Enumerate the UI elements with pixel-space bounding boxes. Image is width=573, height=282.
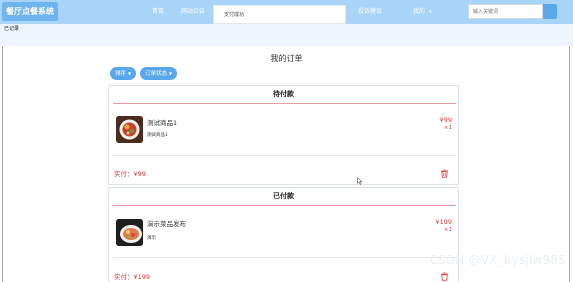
breadcrumb-link[interactable]: 已记录 [4, 25, 19, 32]
watermark: CSDN @VX_bysjlw985 [429, 253, 566, 267]
nav-account[interactable]: 我的 ▾ [413, 0, 432, 24]
product-description: 演示 [147, 236, 156, 241]
product-quantity: ×1 [443, 227, 452, 233]
order-card: 已付款 演示菜品发布 演示 ¥199 ×1 实付：¥199 [108, 187, 459, 282]
caret-down-icon: ▼ [169, 71, 173, 76]
product-name[interactable]: 演示菜品发布 [147, 218, 186, 228]
nav-home[interactable]: 首页 [152, 0, 164, 24]
chevron-down-icon: ▾ [429, 9, 432, 15]
divider [113, 103, 456, 104]
site-brand[interactable]: 餐厅点餐系统 [2, 2, 58, 21]
sort-dropdown[interactable]: 排序 ▼ [110, 67, 137, 80]
product-price: ¥199 [435, 218, 452, 226]
status-filter-label: 订单状态 [145, 71, 168, 77]
toast-message: 支付成功 [213, 5, 346, 24]
order-status-title: 待付款 [273, 90, 294, 98]
search-input[interactable] [468, 4, 543, 19]
order-total: 实付：¥99 [114, 170, 146, 178]
nav-feedback[interactable]: 投诉建议 [358, 0, 382, 24]
product-description: 测试商品1 [147, 133, 168, 138]
product-thumbnail[interactable] [116, 219, 143, 246]
divider [113, 205, 456, 206]
product-quantity: ×1 [443, 125, 452, 131]
page-title: 我的订单 [270, 54, 303, 63]
sort-dropdown-label: 排序 [115, 71, 127, 77]
caret-down-icon: ▼ [128, 71, 132, 76]
dish-image [116, 116, 143, 143]
search-icon [543, 4, 557, 19]
order-card: 待付款 测试商品1 测试商品1 ¥99 ×1 实付：¥99 [108, 85, 459, 185]
order-total: 实付：¥199 [114, 273, 151, 281]
trash-icon[interactable] [440, 272, 449, 281]
dish-image [116, 219, 143, 246]
product-price: ¥99 [439, 116, 452, 124]
search-button[interactable] [543, 4, 557, 19]
product-thumbnail[interactable] [116, 116, 143, 143]
trash-icon[interactable] [440, 169, 449, 178]
divider [113, 257, 456, 258]
product-name[interactable]: 测试商品1 [147, 117, 177, 127]
divider [113, 155, 456, 156]
nav-announcements[interactable]: 网站公告 [181, 0, 205, 24]
nav-account-label: 我的 [413, 8, 426, 15]
mouse-cursor-icon [357, 177, 363, 185]
order-status-title: 已付款 [273, 192, 294, 200]
status-filter-dropdown[interactable]: 订单状态 ▼ [140, 67, 178, 80]
sub-header-bar [0, 24, 573, 46]
